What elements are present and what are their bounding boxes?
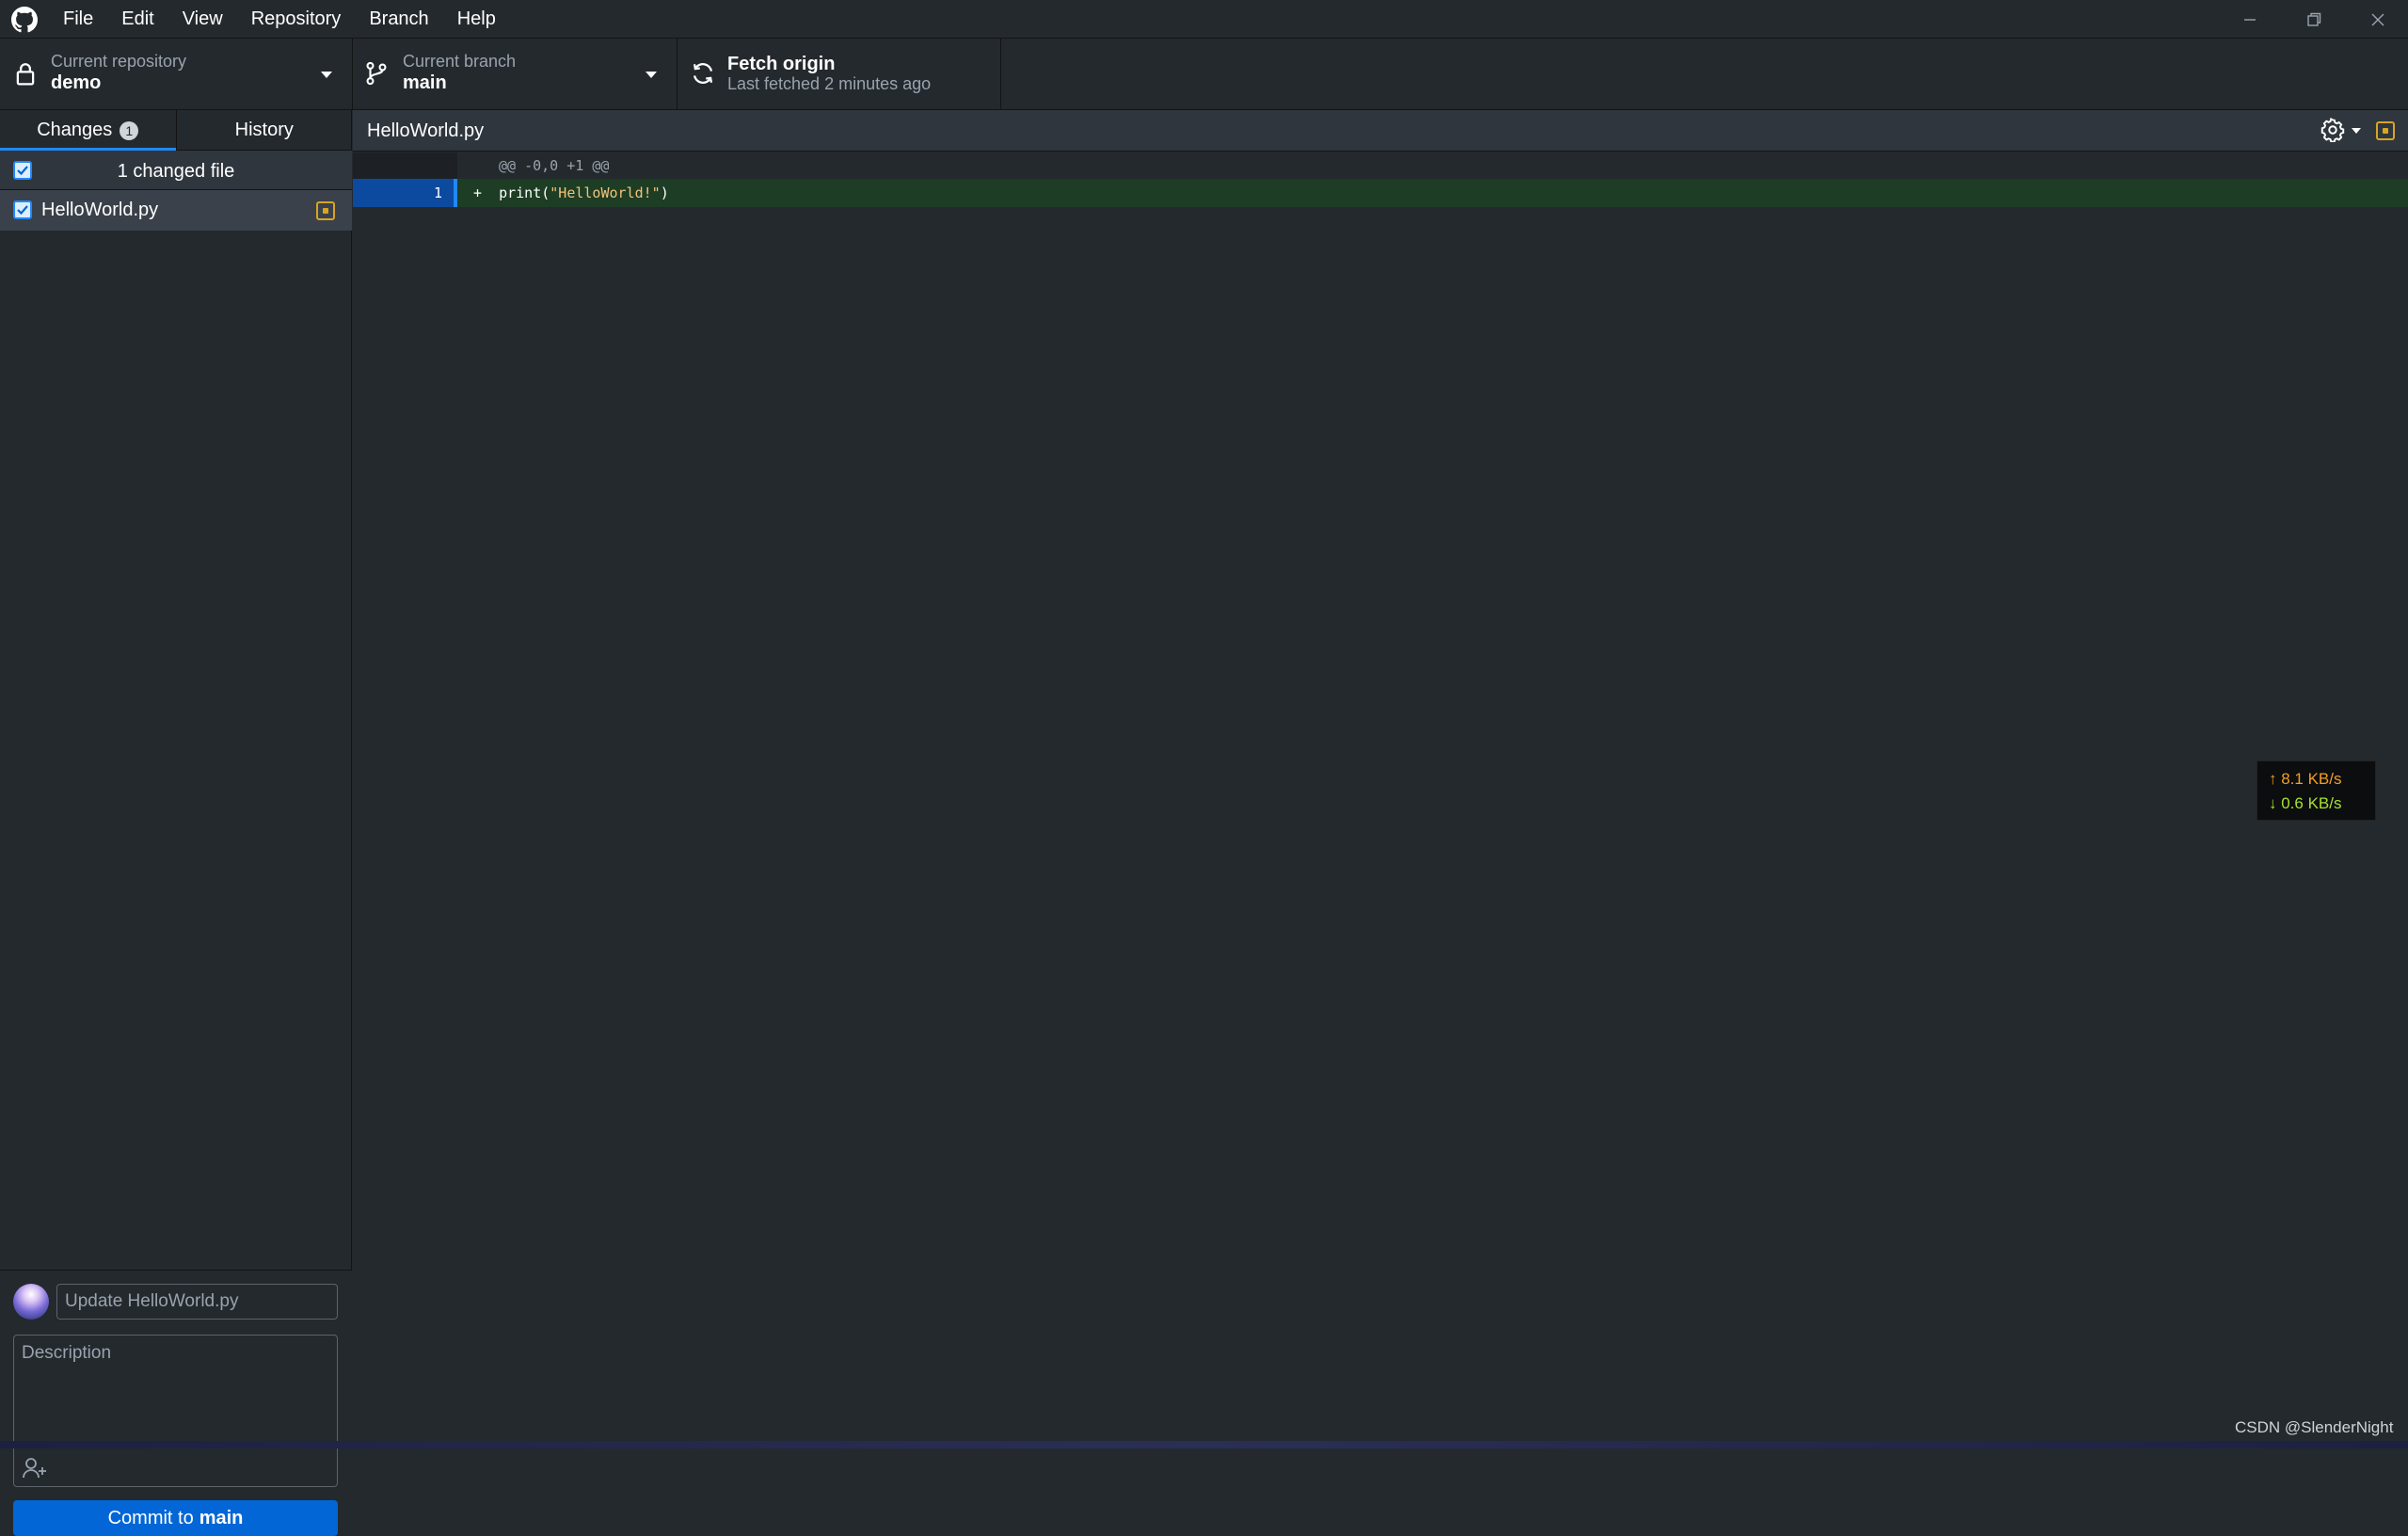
file-modified-icon (316, 201, 335, 220)
gear-icon (2320, 118, 2345, 142)
menu-view[interactable]: View (168, 0, 237, 39)
repository-label: Current repository (51, 52, 187, 71)
watermark: CSDN @SlenderNight (2235, 1418, 2394, 1436)
code-string: "HelloWorld!" (550, 184, 661, 201)
minimize-button[interactable] (2218, 0, 2282, 39)
code-call: print( (499, 184, 550, 201)
restore-icon (2307, 12, 2321, 26)
tab-changes-label: Changes (37, 120, 113, 140)
diff-file-name: HelloWorld.py (367, 120, 485, 141)
changed-file-name: HelloWorld.py (41, 200, 159, 220)
repository-name: demo (51, 72, 102, 93)
menu-edit[interactable]: Edit (107, 0, 167, 39)
sidebar: Changes 1 History 1 changed file HelloWo… (0, 110, 353, 1536)
current-branch-button[interactable]: Current branch main (353, 39, 678, 110)
commit-description-input[interactable] (14, 1336, 337, 1448)
code-close: ) (660, 184, 669, 201)
diff-hunk-header[interactable]: @@ -0,0 +1 @@ (353, 152, 2408, 179)
github-logo-icon[interactable] (11, 7, 38, 33)
toolbar: Current repository demo Current branch m… (0, 39, 2408, 110)
minimize-icon (2244, 18, 2256, 21)
menu-repository[interactable]: Repository (237, 0, 356, 39)
close-button[interactable] (2346, 0, 2408, 39)
commit-button-label: Commit to (107, 1507, 194, 1528)
diff-line-code: + print("HelloWorld!") (473, 179, 669, 207)
person-add-icon[interactable] (22, 1456, 48, 1480)
sync-icon (693, 63, 713, 84)
line-selection-bar (454, 179, 457, 207)
tab-history[interactable]: History (175, 110, 353, 151)
diff-header: HelloWorld.py (353, 110, 2408, 152)
changed-files-count: 1 changed file (117, 161, 235, 182)
lock-icon (16, 63, 35, 86)
restore-button[interactable] (2282, 0, 2346, 39)
chevron-down-icon (2352, 128, 2361, 134)
commit-form: Commit to main (0, 1270, 352, 1536)
current-repository-button[interactable]: Current repository demo (0, 39, 353, 110)
checkmark-icon (17, 205, 28, 216)
menu-bar: File Edit View Repository Branch Help (49, 0, 510, 39)
branch-label: Current branch (403, 52, 517, 71)
changes-list-header: 1 changed file (0, 151, 352, 190)
diff-added-line[interactable]: 1 + print("HelloWorld!") (353, 179, 2408, 207)
title-bar: File Edit View Repository Branch Help (0, 0, 2408, 39)
fetch-origin-button[interactable]: Fetch origin Last fetched 2 minutes ago (678, 39, 1001, 110)
hunk-gutter (353, 152, 457, 179)
file-checkbox[interactable] (13, 200, 32, 219)
changes-count-badge: 1 (120, 120, 139, 140)
upload-speed: ↑ 8.1 KB/s (2269, 770, 2342, 788)
old-line-number (353, 179, 402, 207)
tab-history-label: History (234, 120, 294, 140)
network-speed-widget: ↑ 8.1 KB/s ↓ 0.6 KB/s (2257, 760, 2376, 821)
chevron-down-icon (321, 72, 332, 78)
tab-changes[interactable]: Changes 1 (0, 110, 176, 152)
diff-settings-button[interactable] (2320, 118, 2364, 144)
menu-branch[interactable]: Branch (355, 0, 442, 39)
commit-button[interactable]: Commit to main (13, 1500, 338, 1536)
file-modified-icon (2376, 121, 2395, 140)
description-field[interactable] (13, 1335, 338, 1487)
changed-file-row[interactable]: HelloWorld.py (0, 190, 352, 231)
branch-name: main (403, 72, 447, 93)
hunk-header-text: @@ -0,0 +1 @@ (499, 157, 610, 174)
commit-button-branch: main (199, 1507, 244, 1528)
menu-help[interactable]: Help (443, 0, 510, 39)
commit-summary-input[interactable] (56, 1284, 338, 1320)
diff-line-marker: + (473, 184, 483, 201)
new-line-number[interactable]: 1 (402, 179, 454, 207)
diff-panel: HelloWorld.py @@ -0,0 +1 @@ 1 + print("H… (353, 110, 2408, 1441)
fetch-title: Fetch origin (727, 54, 836, 74)
close-icon (2371, 13, 2384, 25)
avatar (13, 1284, 49, 1320)
git-branch-icon (366, 61, 387, 86)
download-speed: ↓ 0.6 KB/s (2269, 794, 2342, 812)
sidebar-tabs: Changes 1 History (0, 110, 353, 152)
fetch-subtitle: Last fetched 2 minutes ago (727, 74, 932, 93)
taskbar-edge (0, 1441, 2408, 1448)
menu-file[interactable]: File (49, 0, 107, 39)
chevron-down-icon (646, 72, 657, 78)
